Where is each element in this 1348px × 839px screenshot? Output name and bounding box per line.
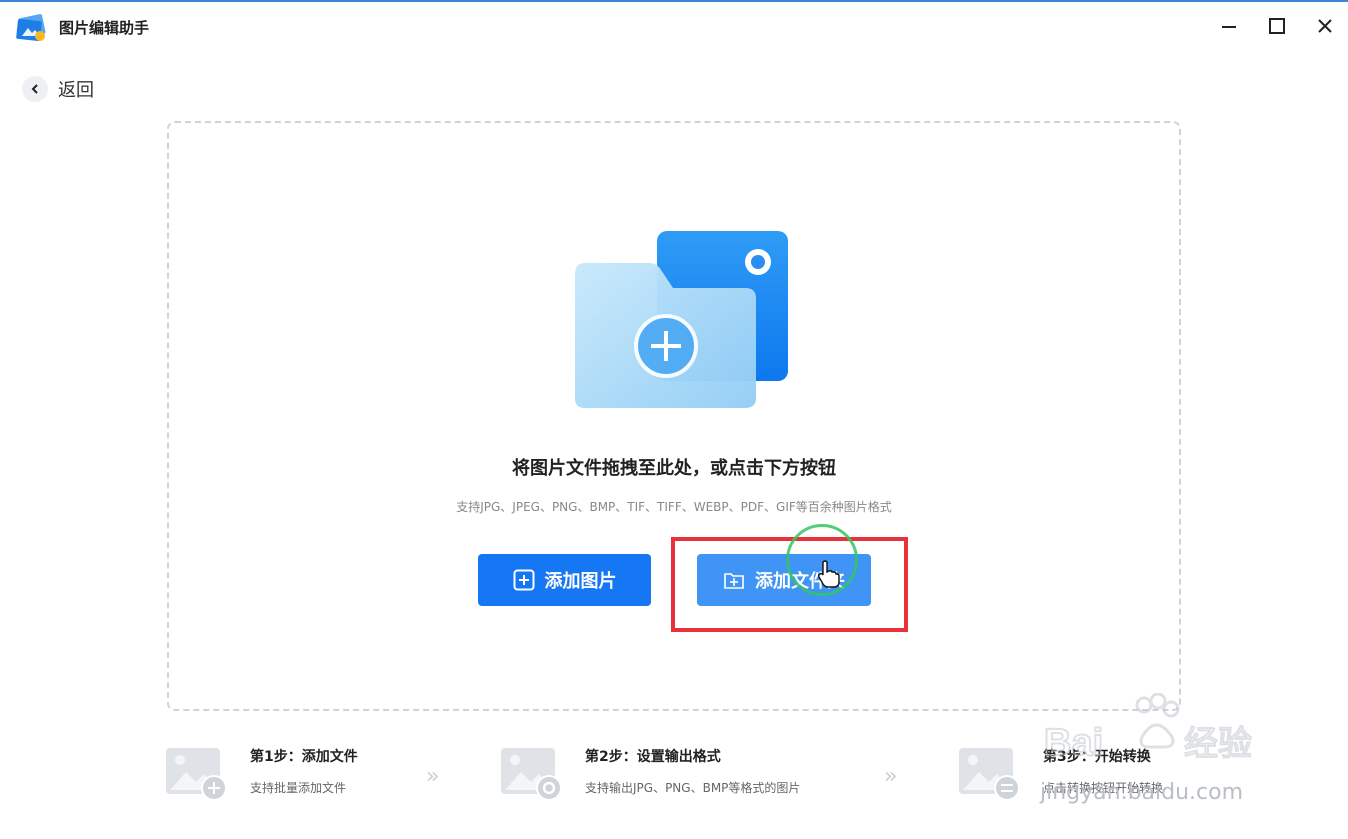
step-3-title: 第3步：开始转换 — [1043, 749, 1151, 765]
step-1-title: 第1步：添加文件 — [250, 749, 358, 765]
minimize-button[interactable] — [1212, 10, 1246, 42]
step-1-desc: 支持批量添加文件 — [250, 781, 347, 795]
add-folder-button[interactable]: 添加文件夹 — [697, 554, 871, 606]
back-label: 返回 — [58, 80, 94, 101]
step-2: 第2步：设置输出格式 支持输出JPG、PNG、BMP等格式的图片 — [501, 742, 861, 802]
supported-formats-text: 支持JPG、JPEG、PNG、BMP、TIF、TIFF、WEBP、PDF、GIF… — [456, 500, 892, 514]
image-settings-icon — [501, 748, 562, 800]
back-button[interactable]: 返回 — [22, 76, 94, 102]
step-2-desc: 支持输出JPG、PNG、BMP等格式的图片 — [585, 781, 801, 795]
add-folder-label: 添加文件夹 — [755, 571, 845, 592]
watermark-site-text: jingyan.baidu.com — [1040, 780, 1244, 805]
title-bar: 图片编辑助手 — [0, 2, 1348, 48]
image-add-icon — [166, 748, 227, 800]
maximize-button[interactable] — [1260, 10, 1294, 42]
step-arrow-icon: ›› — [426, 764, 439, 789]
maximize-icon — [1269, 18, 1285, 34]
step-2-title: 第2步：设置输出格式 — [585, 749, 721, 765]
file-drop-zone[interactable] — [167, 121, 1181, 711]
close-button[interactable] — [1308, 10, 1342, 42]
step-arrow-icon: ›› — [884, 764, 897, 789]
step-1: 第1步：添加文件 支持批量添加文件 — [166, 742, 466, 802]
drop-instruction-title: 将图片文件拖拽至此处，或点击下方按钮 — [512, 458, 836, 479]
folder-plus-icon — [723, 570, 745, 590]
close-icon — [1318, 19, 1332, 33]
chevron-left-icon — [22, 76, 48, 102]
plus-square-icon — [513, 569, 535, 591]
add-image-button[interactable]: 添加图片 — [478, 554, 651, 606]
app-logo-icon — [16, 14, 46, 42]
folder-add-illustration-icon — [575, 231, 788, 408]
minimize-icon — [1222, 26, 1236, 28]
app-title: 图片编辑助手 — [59, 19, 150, 37]
image-convert-icon — [959, 748, 1020, 800]
add-image-label: 添加图片 — [544, 571, 617, 592]
